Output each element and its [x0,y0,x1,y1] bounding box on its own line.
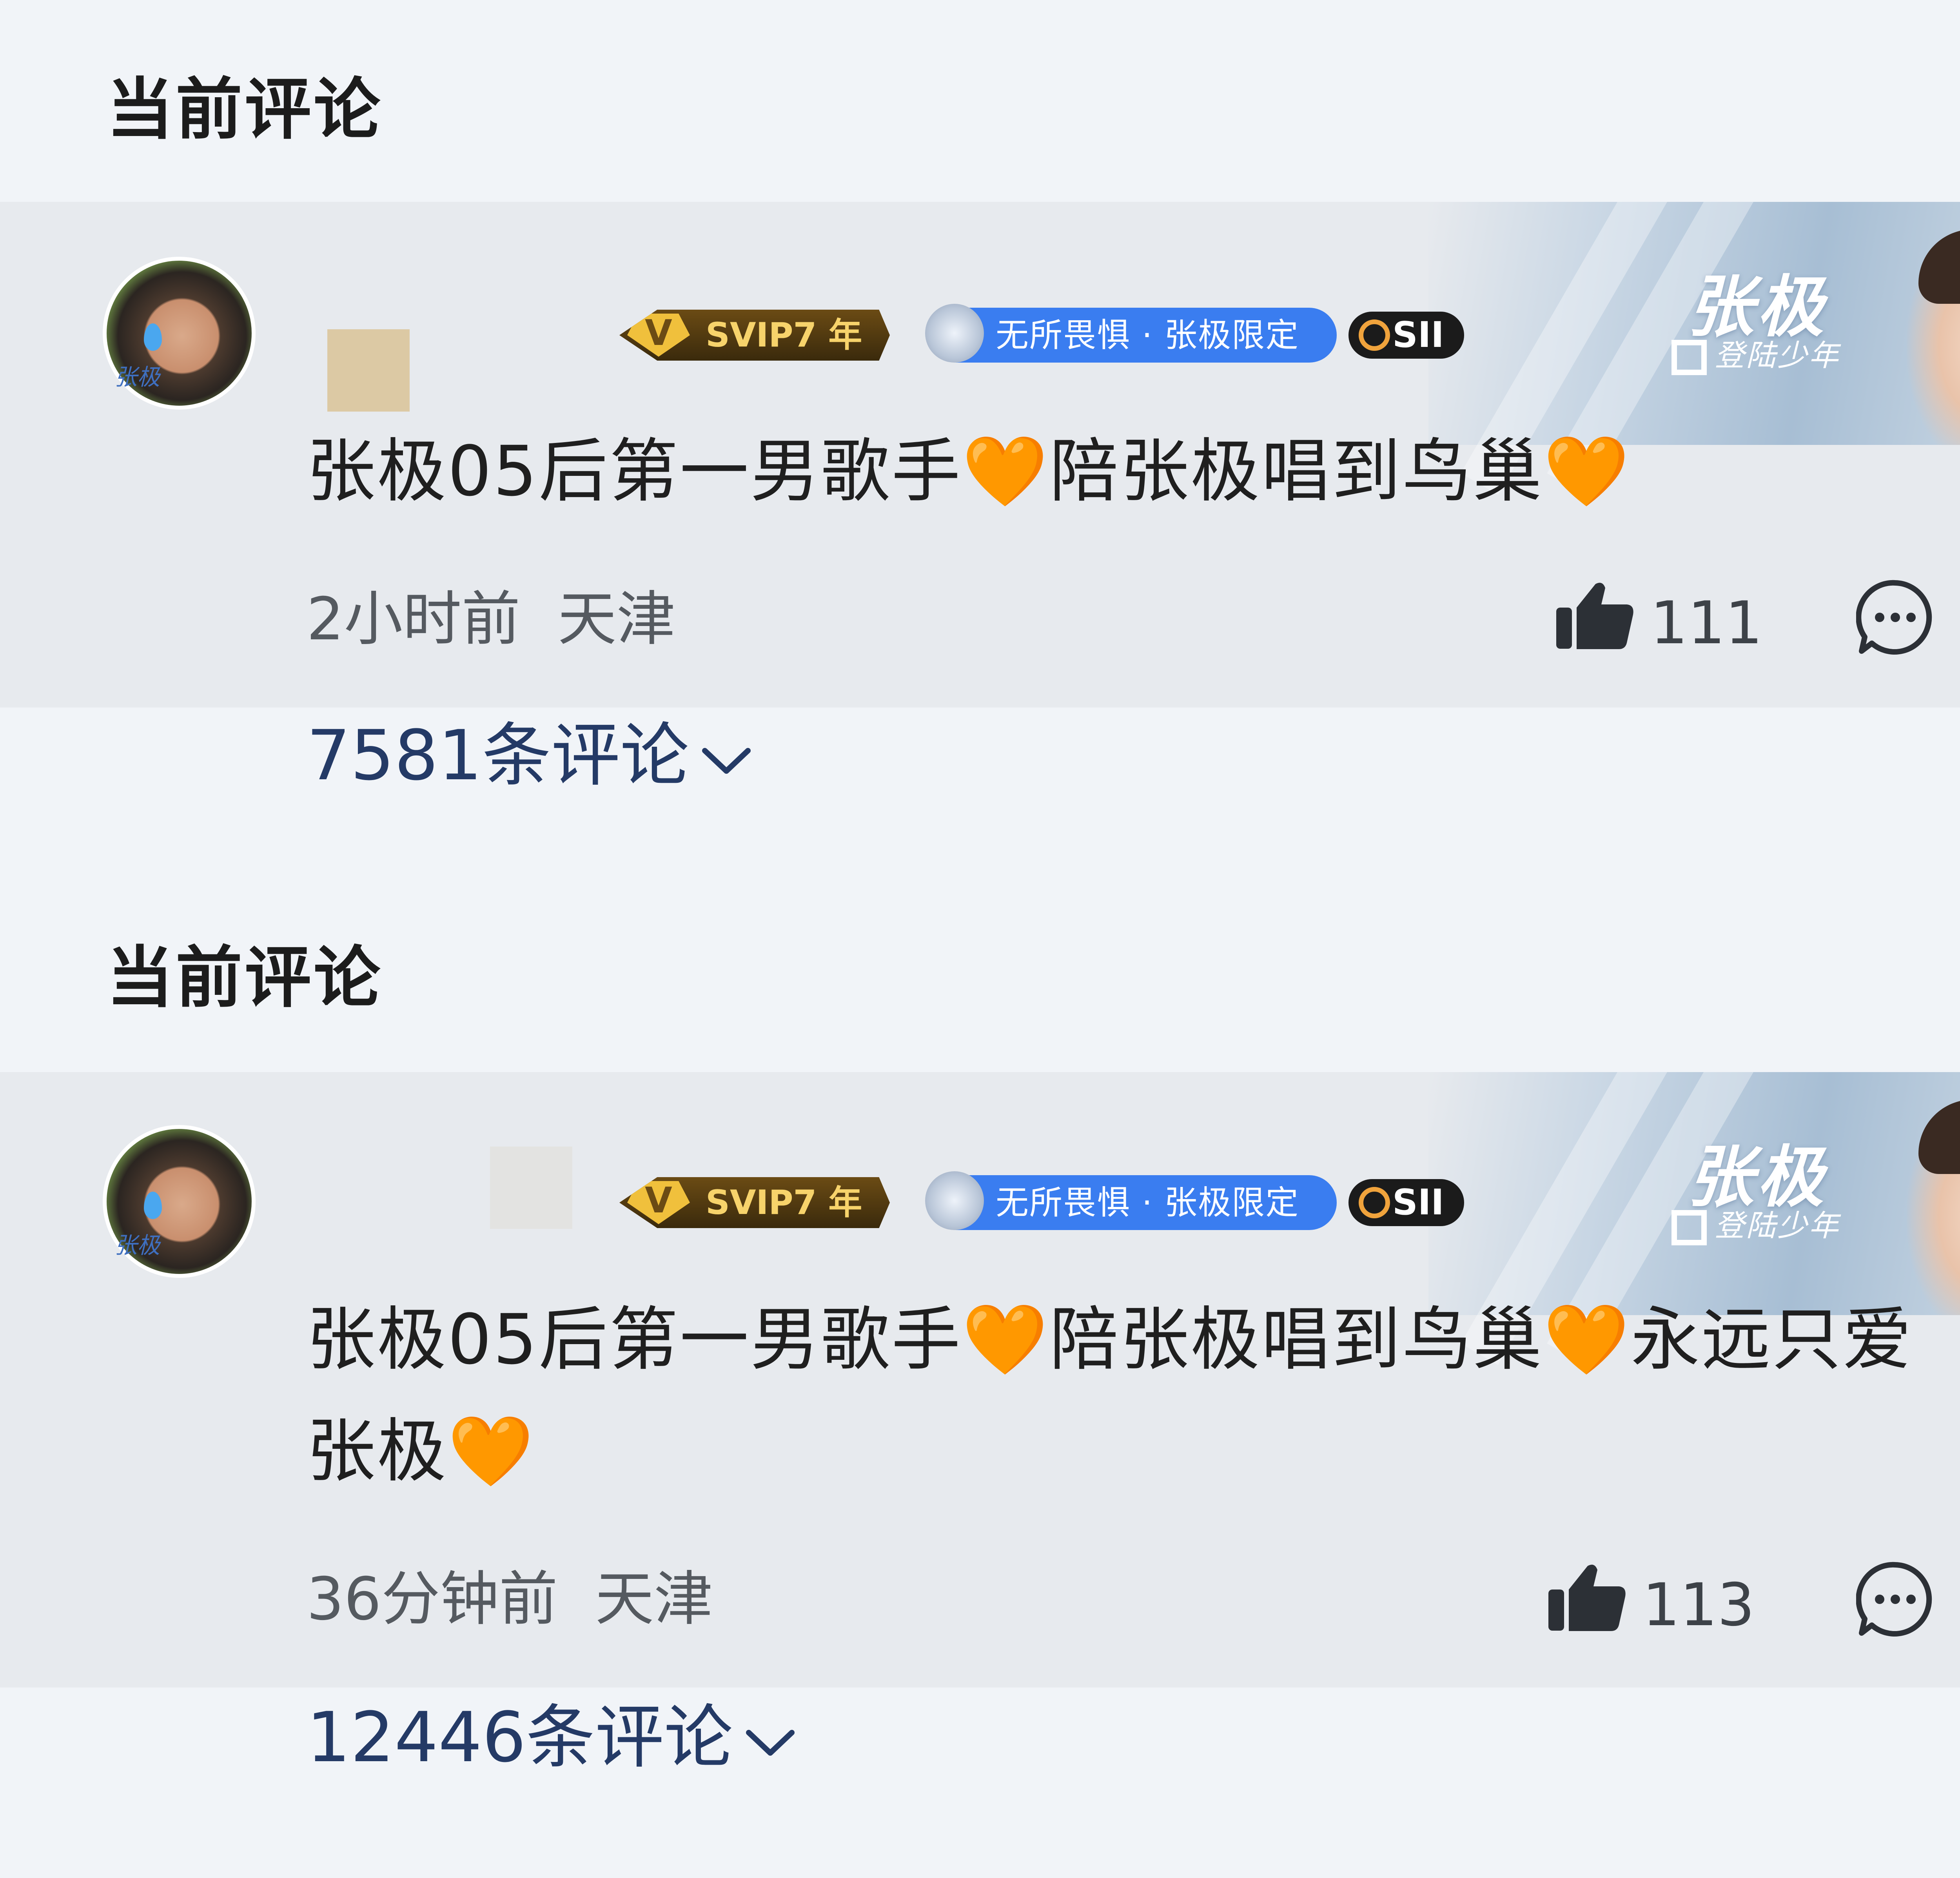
banner-logo: 登陆少年 [1671,331,1840,375]
orange-heart-emoji: 🧡 [448,1411,535,1492]
fan-badge[interactable]: 无所畏惧 · 张极限定 [925,1171,1337,1230]
comment-card[interactable]: 张极 登陆少年 张极 V SVIP7 年 无所畏惧 · 张极限定 SII 张极0… [0,202,1960,708]
avatar[interactable]: 张极 [103,257,256,410]
fan-badge-icon [925,304,984,363]
level-badge[interactable]: SII [1348,312,1464,359]
orange-heart-emoji: 🧡 [1543,431,1631,512]
comment-meta: 2小时前 天津 [307,590,675,649]
orange-heart-emoji: 🧡 [962,431,1050,512]
chevron-down-icon [746,1729,795,1756]
like-count: 113 [1642,1571,1755,1639]
section-title: 当前评论 [107,939,383,1017]
svip-badge[interactable]: V SVIP7 年 [619,310,890,361]
avatar-label: 张极 [114,1232,160,1259]
banner-logo: 登陆少年 [1671,1201,1840,1245]
orange-heart-emoji: 🧡 [962,1299,1050,1380]
comment-bubble-icon[interactable] [1856,1560,1935,1638]
profile-banner: 张极 登陆少年 [1428,202,1960,495]
avatar-label: 张极 [114,364,160,390]
svip-badge[interactable]: V SVIP7 年 [619,1177,890,1228]
comment-text: 张极05后第一男歌手🧡陪张极唱到鸟巢🧡 [307,431,1631,512]
level-icon [1359,319,1390,351]
avatar[interactable]: 张极 [103,1125,256,1278]
comment-card[interactable]: 张极 登陆少年 张极 V SVIP7 年 无所畏惧 · 张极限定 SII 张极0… [0,1072,1960,1687]
level-badge[interactable]: SII [1348,1179,1464,1226]
thumbs-up-icon[interactable] [1556,580,1635,651]
level-icon [1359,1187,1390,1218]
sweat-drop-icon [144,1192,162,1219]
fan-badge-icon [925,1171,984,1230]
username-redacted[interactable] [490,1147,572,1229]
comment-location: 天津 [557,585,675,653]
orange-heart-emoji: 🧡 [1543,1299,1631,1380]
fan-badge[interactable]: 无所畏惧 · 张极限定 [925,304,1337,363]
comment-location: 天津 [595,1565,713,1633]
sweat-drop-icon [144,323,162,351]
comment-text: 张极05后第一男歌手🧡陪张极唱到鸟巢🧡永远只爱张极🧡 [307,1299,1913,1492]
view-replies-link[interactable]: 12446条评论 [307,1703,796,1772]
profile-banner: 张极 登陆少年 [1428,1072,1960,1365]
section-title: 当前评论 [107,71,383,149]
username-redacted[interactable] [327,329,410,412]
view-replies-link[interactable]: 7581条评论 [307,721,752,790]
chevron-down-icon [702,748,751,774]
comment-bubble-icon[interactable] [1856,578,1935,657]
thumbs-up-icon[interactable] [1548,1562,1627,1633]
comment-time: 2小时前 [307,585,521,653]
like-count: 111 [1650,589,1763,657]
comment-time: 36分钟前 [307,1565,558,1633]
comment-meta: 36分钟前 天津 [307,1570,713,1629]
